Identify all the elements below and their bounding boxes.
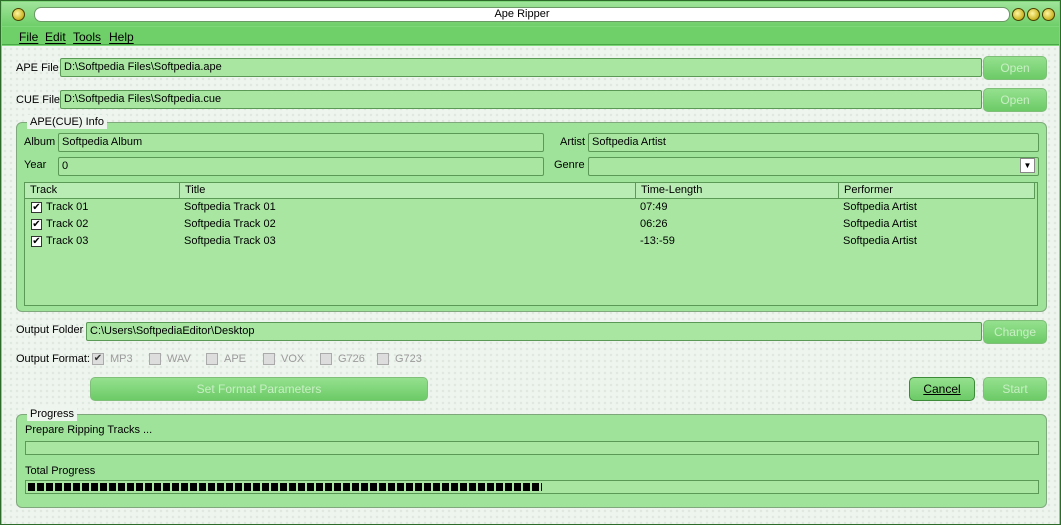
menu-tools[interactable]: Tools — [73, 30, 101, 44]
col-performer[interactable]: Performer — [839, 183, 1035, 199]
window-title: Ape Ripper — [34, 7, 1010, 22]
track-checkbox[interactable]: ✔ — [31, 236, 42, 247]
format-checkbox-mp3[interactable]: ✔ — [92, 353, 104, 365]
track-performer: Softpedia Artist — [843, 235, 917, 247]
track-checkbox[interactable]: ✔ — [31, 219, 42, 230]
album-field[interactable]: Softpedia Album — [58, 133, 544, 152]
ape-open-button[interactable]: Open — [983, 56, 1047, 80]
format-label-ape: APE — [224, 353, 247, 365]
artist-label: Artist — [560, 136, 586, 148]
year-label: Year — [24, 159, 47, 171]
total-progress-label: Total Progress — [25, 465, 96, 477]
format-checkbox-g723[interactable] — [377, 353, 389, 365]
track-time: -13:-59 — [640, 235, 675, 247]
track-list[interactable]: Track Title Time-Length Performer ✔ Trac… — [24, 182, 1038, 306]
total-progress-bar — [25, 480, 1039, 494]
table-row[interactable]: ✔ Track 03 Softpedia Track 03 -13:-59 So… — [25, 233, 1035, 250]
minimize-icon[interactable] — [1012, 8, 1025, 21]
track-progress-bar — [25, 441, 1039, 455]
output-format-label: Output Format: — [16, 353, 90, 365]
cue-file-input[interactable]: D:\Softpedia Files\Softpedia.cue — [60, 90, 982, 109]
cancel-button[interactable]: Cancel — [909, 377, 975, 401]
genre-label: Genre — [554, 159, 585, 171]
chevron-down-icon[interactable]: ▼ — [1020, 158, 1035, 173]
menu-bar: File Edit Tools Help — [2, 27, 1059, 45]
track-time: 07:49 — [640, 201, 668, 213]
format-label-g723: G723 — [395, 353, 422, 365]
cue-file-label: CUE File — [16, 94, 61, 106]
format-checkbox-wav[interactable] — [149, 353, 161, 365]
ape-cue-info-group: APE(CUE) Info Album Softpedia Album Arti… — [16, 115, 1047, 312]
col-title[interactable]: Title — [180, 183, 636, 199]
col-time-length[interactable]: Time-Length — [636, 183, 839, 199]
album-label: Album — [24, 136, 56, 148]
track-title: Softpedia Track 02 — [184, 218, 276, 230]
table-row[interactable]: ✔ Track 02 Softpedia Track 02 06:26 Soft… — [25, 216, 1035, 233]
col-track[interactable]: Track — [25, 183, 180, 199]
change-folder-button[interactable]: Change — [983, 320, 1047, 344]
title-bar[interactable]: Ape Ripper — [2, 2, 1059, 26]
year-field[interactable]: 0 — [58, 157, 544, 176]
format-label-g726: G726 — [338, 353, 365, 365]
format-label-wav: WAV — [167, 353, 191, 365]
total-progress-fill — [28, 483, 542, 491]
track-name: Track 03 — [46, 235, 89, 247]
start-button[interactable]: Start — [983, 377, 1047, 401]
progress-status: Prepare Ripping Tracks ... — [25, 424, 153, 436]
output-folder-label: Output Folder — [16, 324, 84, 336]
track-name: Track 01 — [46, 201, 89, 213]
cue-open-button[interactable]: Open — [983, 88, 1047, 112]
menu-edit[interactable]: Edit — [45, 30, 66, 44]
track-title: Softpedia Track 01 — [184, 201, 276, 213]
progress-group: Progress Prepare Ripping Tracks ... Tota… — [16, 407, 1047, 508]
artist-field[interactable]: Softpedia Artist — [588, 133, 1039, 152]
menu-file[interactable]: File — [19, 30, 38, 44]
app-window: Ape Ripper File Edit Tools Help APE File… — [0, 0, 1061, 525]
track-performer: Softpedia Artist — [843, 218, 917, 230]
track-name: Track 02 — [46, 218, 89, 230]
track-performer: Softpedia Artist — [843, 201, 917, 213]
table-row[interactable]: ✔ Track 01 Softpedia Track 01 07:49 Soft… — [25, 199, 1035, 216]
close-icon[interactable] — [1042, 8, 1055, 21]
maximize-icon[interactable] — [1027, 8, 1040, 21]
track-checkbox[interactable]: ✔ — [31, 202, 42, 213]
track-time: 06:26 — [640, 218, 668, 230]
menu-help[interactable]: Help — [109, 30, 134, 44]
track-title: Softpedia Track 03 — [184, 235, 276, 247]
format-label-vox: VOX — [281, 353, 305, 365]
format-label-mp3: MP3 — [110, 353, 133, 365]
format-checkbox-vox[interactable] — [263, 353, 275, 365]
system-menu-icon[interactable] — [12, 8, 25, 21]
ape-file-label: APE File — [16, 62, 59, 74]
output-folder-input[interactable]: C:\Users\SoftpediaEditor\Desktop — [86, 322, 982, 341]
set-format-parameters-button[interactable]: Set Format Parameters — [90, 377, 428, 401]
genre-select[interactable] — [588, 157, 1039, 176]
progress-group-title: Progress — [27, 407, 78, 421]
main-panel: APE File D:\Softpedia Files\Softpedia.ap… — [2, 46, 1059, 524]
format-checkbox-ape[interactable] — [206, 353, 218, 365]
track-list-header: Track Title Time-Length Performer — [25, 183, 1035, 199]
format-checkbox-g726[interactable] — [320, 353, 332, 365]
info-group-title: APE(CUE) Info — [27, 115, 107, 129]
ape-file-input[interactable]: D:\Softpedia Files\Softpedia.ape — [60, 58, 982, 77]
